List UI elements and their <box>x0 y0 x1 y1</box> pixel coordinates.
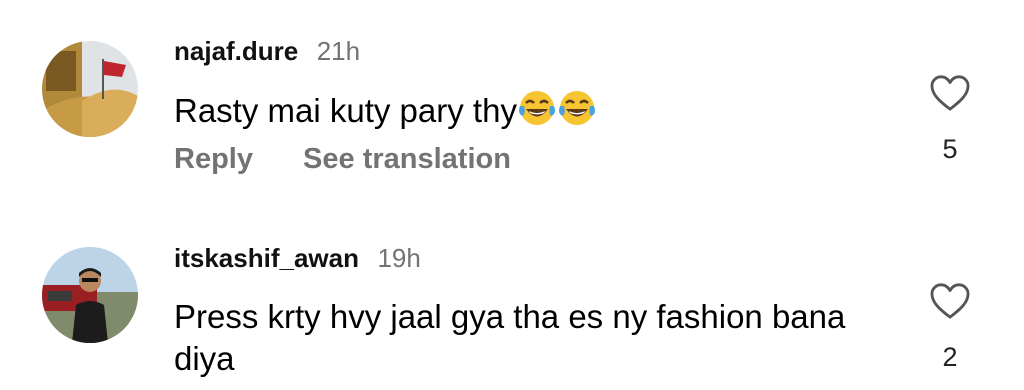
comment-text: Press krty hvy jaal gya tha es ny fashio… <box>174 298 846 377</box>
comment-header: najaf.dure 21h <box>174 36 360 67</box>
see-translation-button[interactable]: See translation <box>303 143 511 175</box>
like-group: 5 <box>928 74 972 165</box>
reply-button[interactable]: Reply <box>174 143 253 175</box>
timestamp: 19h <box>377 243 421 273</box>
timestamp: 21h <box>316 36 361 66</box>
like-count: 5 <box>942 134 958 164</box>
comment-item: itskashif_awan 19h Press krty hvy jaal g… <box>0 210 1024 390</box>
avatar-person-image <box>42 247 138 343</box>
face-with-tears-of-joy-icon <box>558 91 595 125</box>
comment-actions: Reply See translation <box>174 143 511 176</box>
avatar[interactable] <box>42 41 138 137</box>
heart-icon[interactable] <box>929 282 971 320</box>
avatar[interactable] <box>42 247 138 343</box>
username[interactable]: najaf.dure <box>174 36 298 66</box>
comment-text: Rasty mai kuty pary thy <box>174 88 597 132</box>
comment-header: itskashif_awan 19h <box>174 243 421 274</box>
comment-text-body: Rasty mai kuty pary thy <box>174 92 517 129</box>
comment-item: najaf.dure 21h Rasty mai kuty pary thy R… <box>0 0 1024 200</box>
heart-icon[interactable] <box>929 74 971 112</box>
avatar-shrine-image <box>42 41 138 137</box>
face-with-tears-of-joy-icon <box>518 91 555 125</box>
username[interactable]: itskashif_awan <box>174 243 359 273</box>
like-count: 2 <box>942 342 958 372</box>
like-group: 2 <box>928 282 972 373</box>
